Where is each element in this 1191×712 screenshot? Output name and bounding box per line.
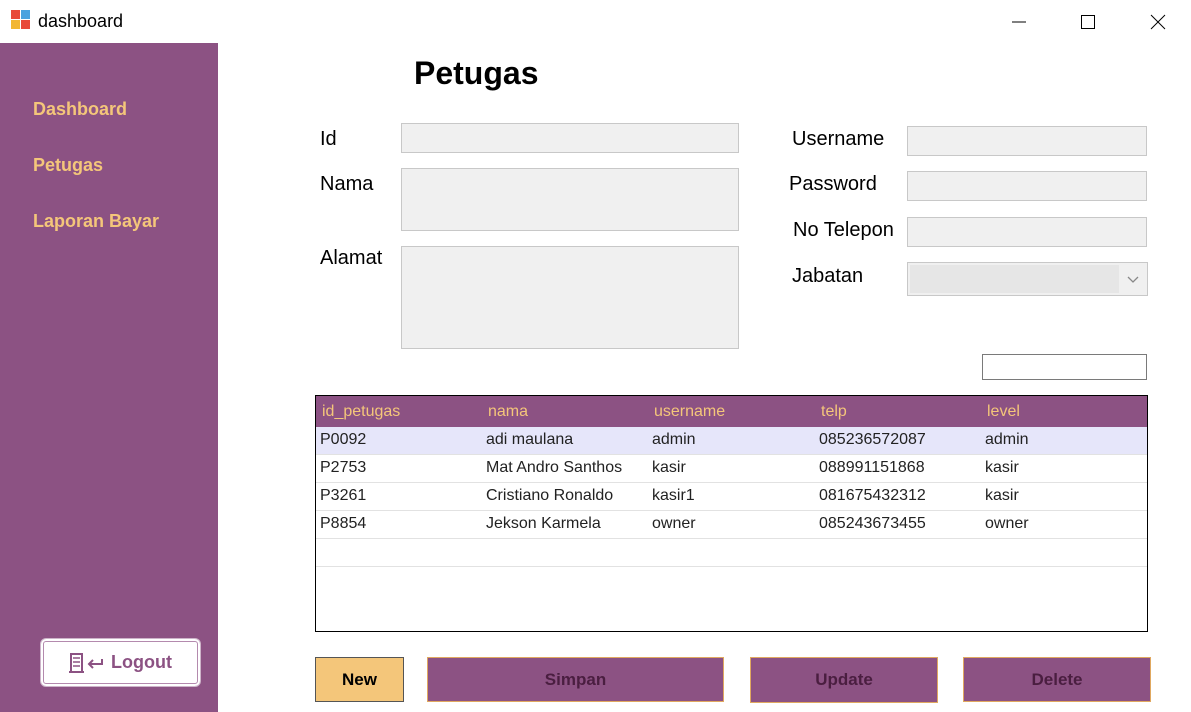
cell-nama: Jekson Karmela [486,515,601,532]
jabatan-select-value [910,265,1119,293]
page-title: Petugas [414,55,539,91]
cell-level: kasir [985,459,1019,476]
logout-icon [69,652,103,673]
table-row[interactable]: P0092 adi maulana admin 085236572087 adm… [316,427,1147,455]
id-field[interactable] [401,123,739,153]
cell-level: kasir [985,487,1019,504]
nama-label: Nama [320,173,374,195]
petugas-table[interactable]: id_petugas nama username telp level P009… [315,395,1148,632]
table-row-new[interactable] [316,539,1147,567]
no-telepon-field[interactable] [907,217,1147,247]
cell-username: kasir1 [652,487,695,504]
table-row[interactable]: P8854 Jekson Karmela owner 085243673455 … [316,511,1147,539]
jabatan-label: Jabatan [792,265,864,287]
cell-id-petugas: P2753 [320,459,367,476]
cell-id-petugas: P8854 [320,515,367,532]
maximize-icon [1081,14,1095,29]
cell-telp: 085236572087 [819,431,926,448]
close-icon [1150,14,1166,29]
close-button[interactable] [1128,0,1188,43]
table-row[interactable]: P2753 Mat Andro Santhos kasir 0889911518… [316,455,1147,483]
cell-nama: adi maulana [486,431,574,448]
cell-username: owner [652,515,696,532]
cell-telp: 088991151868 [819,459,925,476]
cell-username: admin [652,431,696,448]
update-button[interactable]: Update [750,657,938,703]
app-icon [11,10,31,30]
column-header-username[interactable]: username [654,403,725,421]
chevron-down-icon [1127,276,1139,283]
title-bar: dashboard [0,0,1191,43]
delete-button[interactable]: Delete [963,657,1151,702]
cell-username: kasir [652,459,686,476]
cell-nama: Mat Andro Santhos [486,459,623,476]
window-title: dashboard [38,11,124,31]
column-header-telp[interactable]: telp [821,403,847,421]
cell-id-petugas: P0092 [320,431,367,448]
minimize-button[interactable] [989,0,1049,43]
no-telepon-label: No Telepon [793,219,894,241]
cell-nama: Cristiano Ronaldo [486,487,614,504]
sidebar-item-petugas[interactable]: Petugas [33,155,103,176]
password-field[interactable] [907,171,1147,201]
cell-telp: 085243673455 [819,515,926,532]
id-label: Id [320,128,337,150]
cell-level: admin [985,431,1029,448]
username-field[interactable] [907,126,1147,156]
sidebar-item-laporan-bayar[interactable]: Laporan Bayar [33,211,159,232]
search-input[interactable] [982,354,1147,380]
minimize-icon [1012,21,1026,22]
jabatan-select[interactable] [907,262,1148,296]
logout-label: Logout [111,652,172,672]
alamat-field[interactable] [401,246,739,349]
cell-telp: 081675432312 [819,487,926,504]
simpan-button[interactable]: Simpan [427,657,724,702]
sidebar-item-dashboard[interactable]: Dashboard [33,99,127,120]
sidebar: Dashboard Petugas Laporan Bayar Logout [0,43,218,712]
cell-id-petugas: P3261 [320,487,367,504]
alamat-label: Alamat [320,247,383,269]
password-label: Password [789,173,877,195]
column-header-nama[interactable]: nama [488,403,528,421]
table-header: id_petugas nama username telp level [316,396,1147,427]
cell-level: owner [985,515,1029,532]
maximize-button[interactable] [1058,0,1118,43]
column-header-id-petugas[interactable]: id_petugas [322,403,400,421]
new-button[interactable]: New [315,657,404,702]
logout-button[interactable]: Logout [40,638,201,687]
username-label: Username [792,128,885,150]
table-row[interactable]: P3261 Cristiano Ronaldo kasir1 081675432… [316,483,1147,511]
column-header-level[interactable]: level [987,403,1020,421]
nama-field[interactable] [401,168,739,231]
